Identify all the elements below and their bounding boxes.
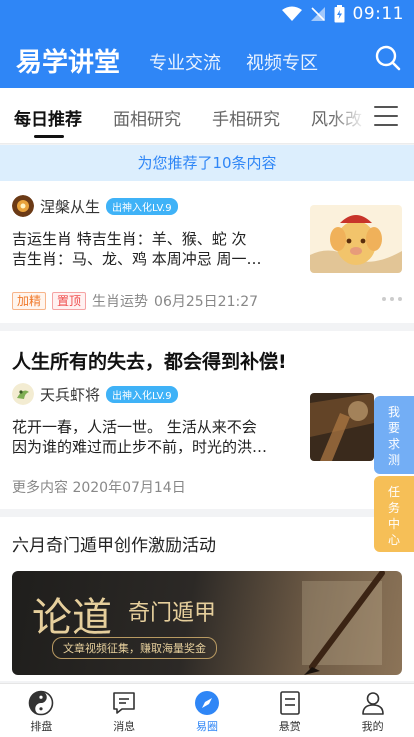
- bottom-nav-profile[interactable]: 我的: [331, 684, 414, 737]
- bottom-nav-chart[interactable]: 排盘: [0, 684, 83, 737]
- app-header: 易学讲堂 专业交流 视频专区: [0, 30, 414, 88]
- status-icons: 09:11: [281, 4, 405, 24]
- event-banner-title: 论道: [32, 595, 112, 641]
- status-bar: 09:11: [0, 0, 414, 30]
- avatar[interactable]: [12, 383, 34, 405]
- essence-tag: 加精: [12, 292, 47, 310]
- brush-illustration: [302, 571, 385, 675]
- tab-menu-icon[interactable]: [374, 106, 398, 126]
- request-reading-button[interactable]: 我要求测: [374, 396, 414, 474]
- post-excerpt[interactable]: 吉运生肖 特吉生肖：羊、猴、蛇 次 吉生肖：马、龙、鸡 本周冲忌 周一…: [12, 229, 300, 269]
- document-icon: [279, 691, 300, 715]
- message-icon: [113, 692, 135, 714]
- avatar[interactable]: [12, 195, 34, 217]
- post-meta: 加精 置顶 生肖运势 06月25日21:27: [12, 291, 258, 311]
- nav-professional-exchange[interactable]: 专业交流: [149, 49, 221, 75]
- event-card[interactable]: 六月奇门遁甲创作激励活动 论道 奇门遁甲 文章视频征集，赚取海量奖金: [0, 517, 414, 681]
- wifi-icon: [281, 6, 302, 21]
- bottom-nav-label: 消息: [113, 720, 136, 733]
- post-excerpt-line: 吉运生肖 特吉生肖：羊、猴、蛇 次: [12, 230, 247, 248]
- post-card[interactable]: 人生所有的失去，都会得到补偿! 天兵虾将 出神入化LV.9 花开一春，人活一世。…: [0, 331, 414, 509]
- more-options-icon[interactable]: [382, 297, 402, 301]
- bottom-nav-label: 易圈: [195, 720, 218, 733]
- event-banner[interactable]: 论道 奇门遁甲 文章视频征集，赚取海量奖金: [12, 571, 402, 675]
- post-excerpt-line: 花开一春，人活一世。 生活从来不会: [12, 418, 257, 436]
- more-content-link[interactable]: 更多内容: [12, 480, 68, 496]
- bottom-nav-circle[interactable]: 易圈: [166, 684, 249, 737]
- bottom-nav-bounty[interactable]: 悬赏: [248, 684, 331, 737]
- active-tab-indicator: [34, 135, 64, 138]
- author-name[interactable]: 涅槃从生: [40, 196, 100, 217]
- bottom-navigation: 排盘 消息 易圈 悬赏 我的: [0, 683, 414, 737]
- search-icon[interactable]: [374, 44, 402, 72]
- compass-icon: [194, 691, 219, 715]
- tab-palm-reading[interactable]: 手相研究: [212, 105, 280, 130]
- post-date: 2020年07月14日: [72, 480, 186, 496]
- post-excerpt-line: 吉生肖：马、龙、鸡 本周冲忌 周一…: [12, 250, 262, 268]
- post-thumbnail[interactable]: [310, 393, 374, 461]
- app-title: 易学讲堂: [16, 48, 121, 78]
- bottom-nav-label: 我的: [361, 720, 384, 733]
- bottom-nav-messages[interactable]: 消息: [83, 684, 166, 737]
- tab-face-reading[interactable]: 面相研究: [113, 105, 181, 130]
- event-banner-subtitle: 奇门遁甲: [128, 601, 217, 626]
- post-headline[interactable]: 人生所有的失去，都会得到补偿!: [12, 347, 287, 374]
- post-excerpt[interactable]: 花开一春，人活一世。 生活从来不会 因为谁的难过而止步不前，时光的洪…: [12, 417, 300, 457]
- post-author[interactable]: 涅槃从生 出神入化LV.9: [12, 195, 178, 217]
- tab-daily-recommend[interactable]: 每日推荐: [14, 105, 82, 130]
- bottom-nav-label: 悬赏: [278, 720, 301, 733]
- author-name[interactable]: 天兵虾将: [40, 384, 100, 405]
- tab-overflow-fade: [330, 88, 366, 143]
- post-excerpt-line: 因为谁的难过而止步不前，时光的洪…: [12, 438, 268, 456]
- user-icon: [361, 692, 384, 715]
- battery-icon: [334, 5, 344, 23]
- task-center-label: 任务中心: [387, 485, 400, 547]
- post-card[interactable]: 涅槃从生 出神入化LV.9 吉运生肖 特吉生肖：羊、猴、蛇 次 吉生肖：马、龙、…: [0, 181, 414, 323]
- event-banner-tagline: 文章视频征集，赚取海量奖金: [52, 637, 217, 659]
- post-date: 06月25日21:27: [154, 294, 259, 310]
- category-tabs: 每日推荐 面相研究 手相研究 风水改: [0, 88, 414, 144]
- clock-time: 09:11: [352, 4, 404, 24]
- post-author[interactable]: 天兵虾将 出神入化LV.9: [12, 383, 178, 405]
- recommend-banner: 为您推荐了10条内容: [0, 145, 414, 181]
- nav-video-zone[interactable]: 视频专区: [246, 49, 318, 75]
- request-reading-label: 我要求测: [387, 405, 400, 467]
- no-signal-icon: [310, 7, 325, 21]
- yin-yang-icon: [29, 690, 54, 716]
- more-content-meta: 更多内容 2020年07月14日: [12, 477, 186, 497]
- post-category[interactable]: 生肖运势: [92, 291, 148, 311]
- level-badge: 出神入化LV.9: [106, 197, 178, 215]
- task-center-button[interactable]: 任务中心: [374, 476, 414, 552]
- event-title[interactable]: 六月奇门遁甲创作激励活动: [12, 531, 216, 556]
- pinned-tag: 置顶: [52, 292, 87, 310]
- level-badge: 出神入化LV.9: [106, 385, 178, 403]
- post-thumbnail[interactable]: [310, 205, 402, 273]
- bottom-nav-label: 排盘: [30, 720, 53, 733]
